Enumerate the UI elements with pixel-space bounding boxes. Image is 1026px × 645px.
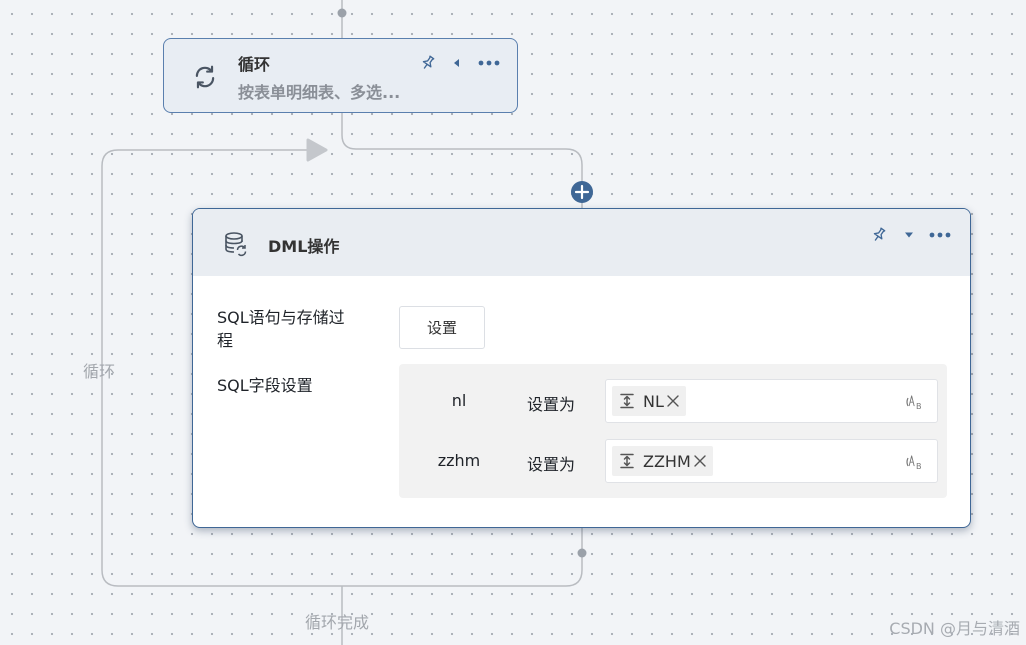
collapse-left-icon[interactable] — [447, 53, 467, 73]
variable-tag-label: NL — [643, 391, 664, 411]
mapping-operator: 设置为 — [527, 455, 576, 474]
svg-text:B: B — [916, 402, 922, 411]
pin-icon[interactable] — [869, 225, 889, 245]
variable-selector-icon[interactable]: B — [905, 392, 925, 412]
field-mapping-row: zzhm 设置为 ZZHM B — [399, 439, 947, 483]
dml-node[interactable]: DML操作 SQL语句与存储过程 设置 SQL字段设置 nl 设置为 NL B … — [192, 208, 971, 528]
watermark: CSDN @月与清酒 — [889, 619, 1020, 638]
loop-edge-label: 循环 — [83, 362, 116, 381]
value-input[interactable]: ZZHM B — [605, 439, 938, 483]
refresh-icon — [195, 65, 215, 89]
loop-node-title: 循环 — [238, 55, 271, 74]
more-options-icon[interactable] — [928, 225, 952, 245]
variable-tag-label: ZZHM — [643, 451, 691, 471]
dml-node-title: DML操作 — [268, 237, 340, 256]
more-options-icon[interactable] — [477, 53, 501, 73]
loop-node-description: 按表单明细表、多选... — [238, 83, 401, 102]
field-name: zzhm — [437, 451, 481, 470]
close-icon[interactable] — [693, 454, 707, 468]
svg-text:B: B — [916, 462, 922, 471]
pin-icon[interactable] — [418, 53, 438, 73]
mapping-operator: 设置为 — [527, 395, 576, 414]
text-height-icon — [620, 393, 634, 409]
database-sync-icon — [225, 232, 247, 257]
sql-statement-label: SQL语句与存储过程 — [217, 308, 345, 350]
value-input[interactable]: NL B — [605, 379, 938, 423]
sql-field-settings-label: SQL字段设置 — [217, 376, 313, 395]
field-mapping-panel: nl 设置为 NL B zzhm 设置为 ZZHM B — [399, 364, 947, 498]
dml-node-header: DML操作 — [193, 209, 970, 276]
loop-done-label: 循环完成 — [305, 613, 370, 632]
variable-tag: NL — [612, 386, 686, 416]
sql-set-button[interactable]: 设置 — [399, 306, 485, 349]
collapse-down-icon[interactable] — [899, 225, 919, 245]
text-height-icon — [620, 453, 634, 469]
loop-node[interactable]: 循环 按表单明细表、多选... — [163, 38, 518, 113]
field-name: nl — [451, 391, 467, 410]
field-mapping-row: nl 设置为 NL B — [399, 379, 947, 423]
variable-selector-icon[interactable]: B — [905, 452, 925, 472]
close-icon[interactable] — [666, 394, 680, 408]
variable-tag: ZZHM — [612, 446, 713, 476]
add-node-icon[interactable] — [570, 180, 594, 204]
